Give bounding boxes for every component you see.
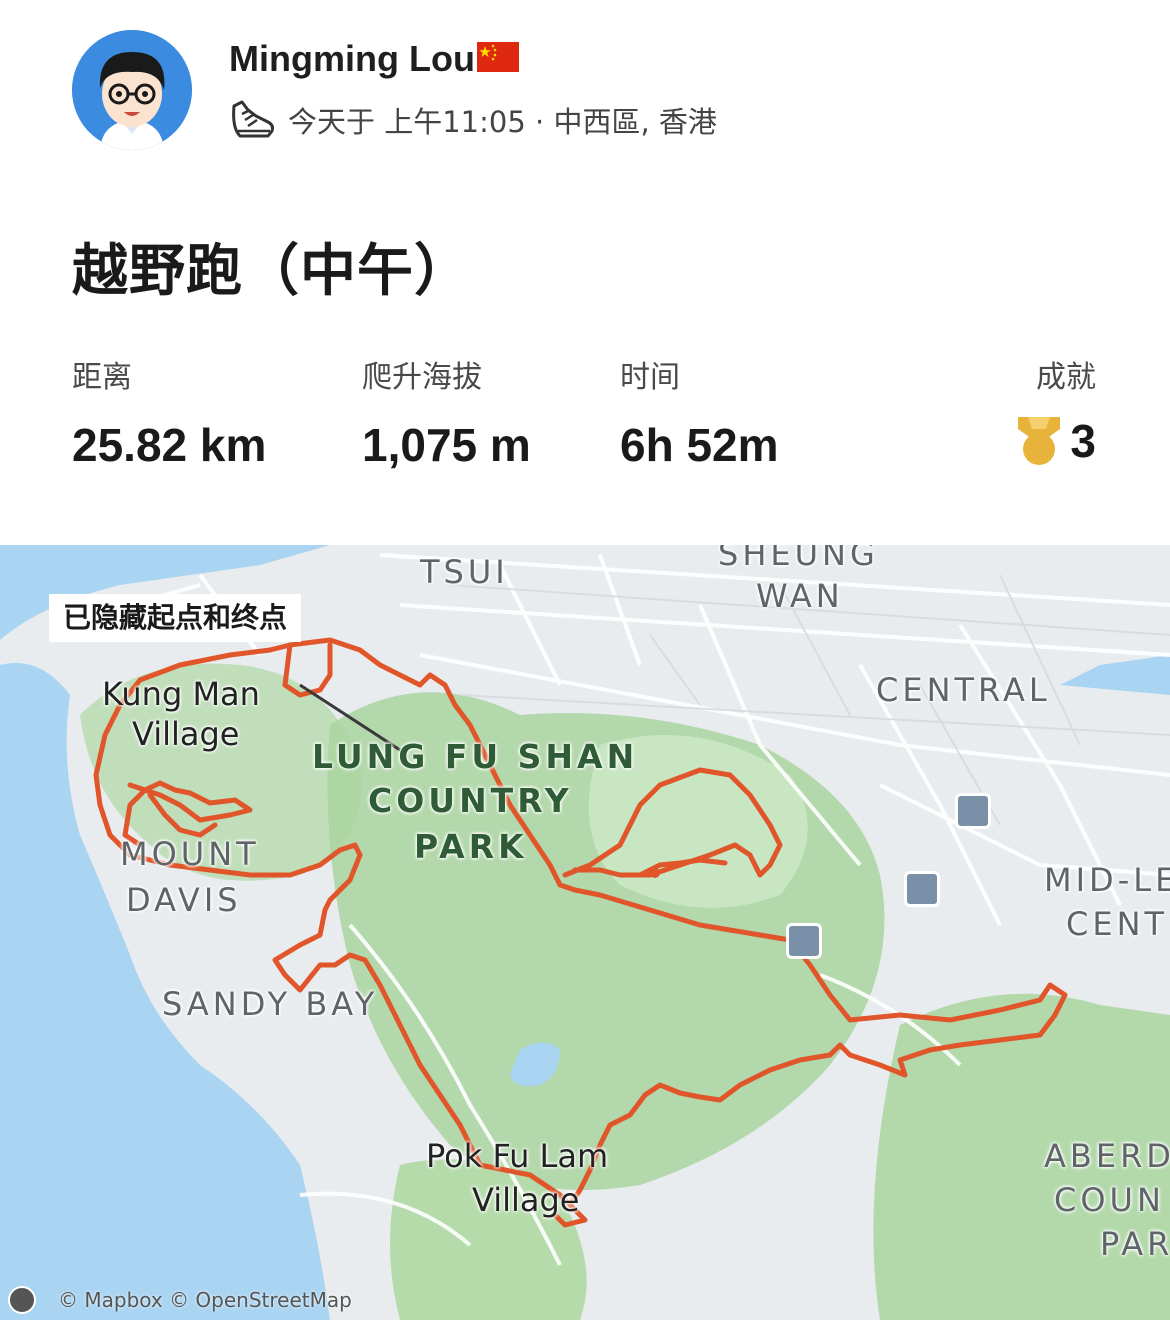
stat-elevation: 爬升海拔 1,075 m [362,352,531,472]
map-label-park-2: PAR [1100,1225,1170,1263]
map-label-sheung: SHEUNG [718,545,879,573]
map-label-central: CENTRAL [876,671,1051,709]
map-label-country-2: COUN [1054,1181,1165,1219]
stat-distance-label: 距离 [72,360,132,395]
running-shoe-icon [232,100,274,138]
map-label-country: COUNTRY [368,781,573,820]
stat-elevation-label: 爬升海拔 [362,360,482,395]
map-label-park: PARK [414,827,528,866]
map-label-mid-levels: MID-LE [1044,861,1170,899]
athlete-name[interactable]: Mingming Lou [229,38,475,79]
china-flag-icon [476,42,519,73]
route-map[interactable]: 已隐藏起点和终点 TSUI SHEUNG WAN CENTRAL Kung Ma… [0,545,1170,1320]
avatar-illustration [72,30,192,150]
achievement-count: 3 [1070,415,1096,467]
mapbox-logo-icon [8,1286,36,1314]
activity-time-location: 今天于 上午11:05 · 中西區, 香港 [288,105,717,139]
privacy-notice: 已隐藏起点和终点 [49,594,302,642]
stat-time-label: 时间 [620,360,680,395]
avatar[interactable] [72,30,192,150]
stat-achievements-label: 成就 [1036,360,1096,395]
map-label-mount: MOUNT [120,835,260,873]
map-label-wan: WAN [756,577,844,615]
stat-distance: 距离 25.82 km [72,352,266,472]
stat-elevation-value: 1,075 m [362,419,531,471]
map-label-centre: CENT [1066,905,1169,943]
map-label-davis: DAVIS [126,881,242,919]
map-label-sandy-bay: SANDY BAY [162,985,379,1023]
stat-achievements[interactable]: 成就 3 [1016,352,1096,468]
metro-station-icon [955,793,991,829]
map-attribution[interactable]: © Mapbox © OpenStreetMap [8,1286,352,1314]
stat-time-value: 6h 52m [620,419,779,471]
map-label-pok-fu-lam-village: Village [472,1181,580,1219]
medal-icon [1018,417,1061,465]
metro-station-icon [786,923,822,959]
map-label-kung-man: Kung Man [102,675,260,713]
activity-title[interactable]: 越野跑（中午） [72,226,471,307]
attribution-text[interactable]: © Mapbox © OpenStreetMap [58,1288,352,1312]
activity-header: Mingming Lou 今天于 上午11:05 · 中西區, 香港 越野跑（中… [0,0,1170,545]
metro-station-icon [904,871,940,907]
map-background [0,545,1170,1320]
map-label-aberdeen: ABERD [1044,1137,1170,1175]
map-label-kung-man-village: Village [132,715,240,753]
athlete-name-row[interactable]: Mingming Lou [229,38,519,80]
map-label-pok-fu-lam: Pok Fu Lam [426,1137,609,1175]
map-label-tsui: TSUI [420,553,509,591]
map-label-lung-fu-shan: LUNG FU SHAN [312,737,639,776]
stat-distance-value: 25.82 km [72,419,267,471]
activity-meta: 今天于 上午11:05 · 中西區, 香港 [228,98,717,142]
stat-time: 时间 6h 52m [620,352,779,472]
